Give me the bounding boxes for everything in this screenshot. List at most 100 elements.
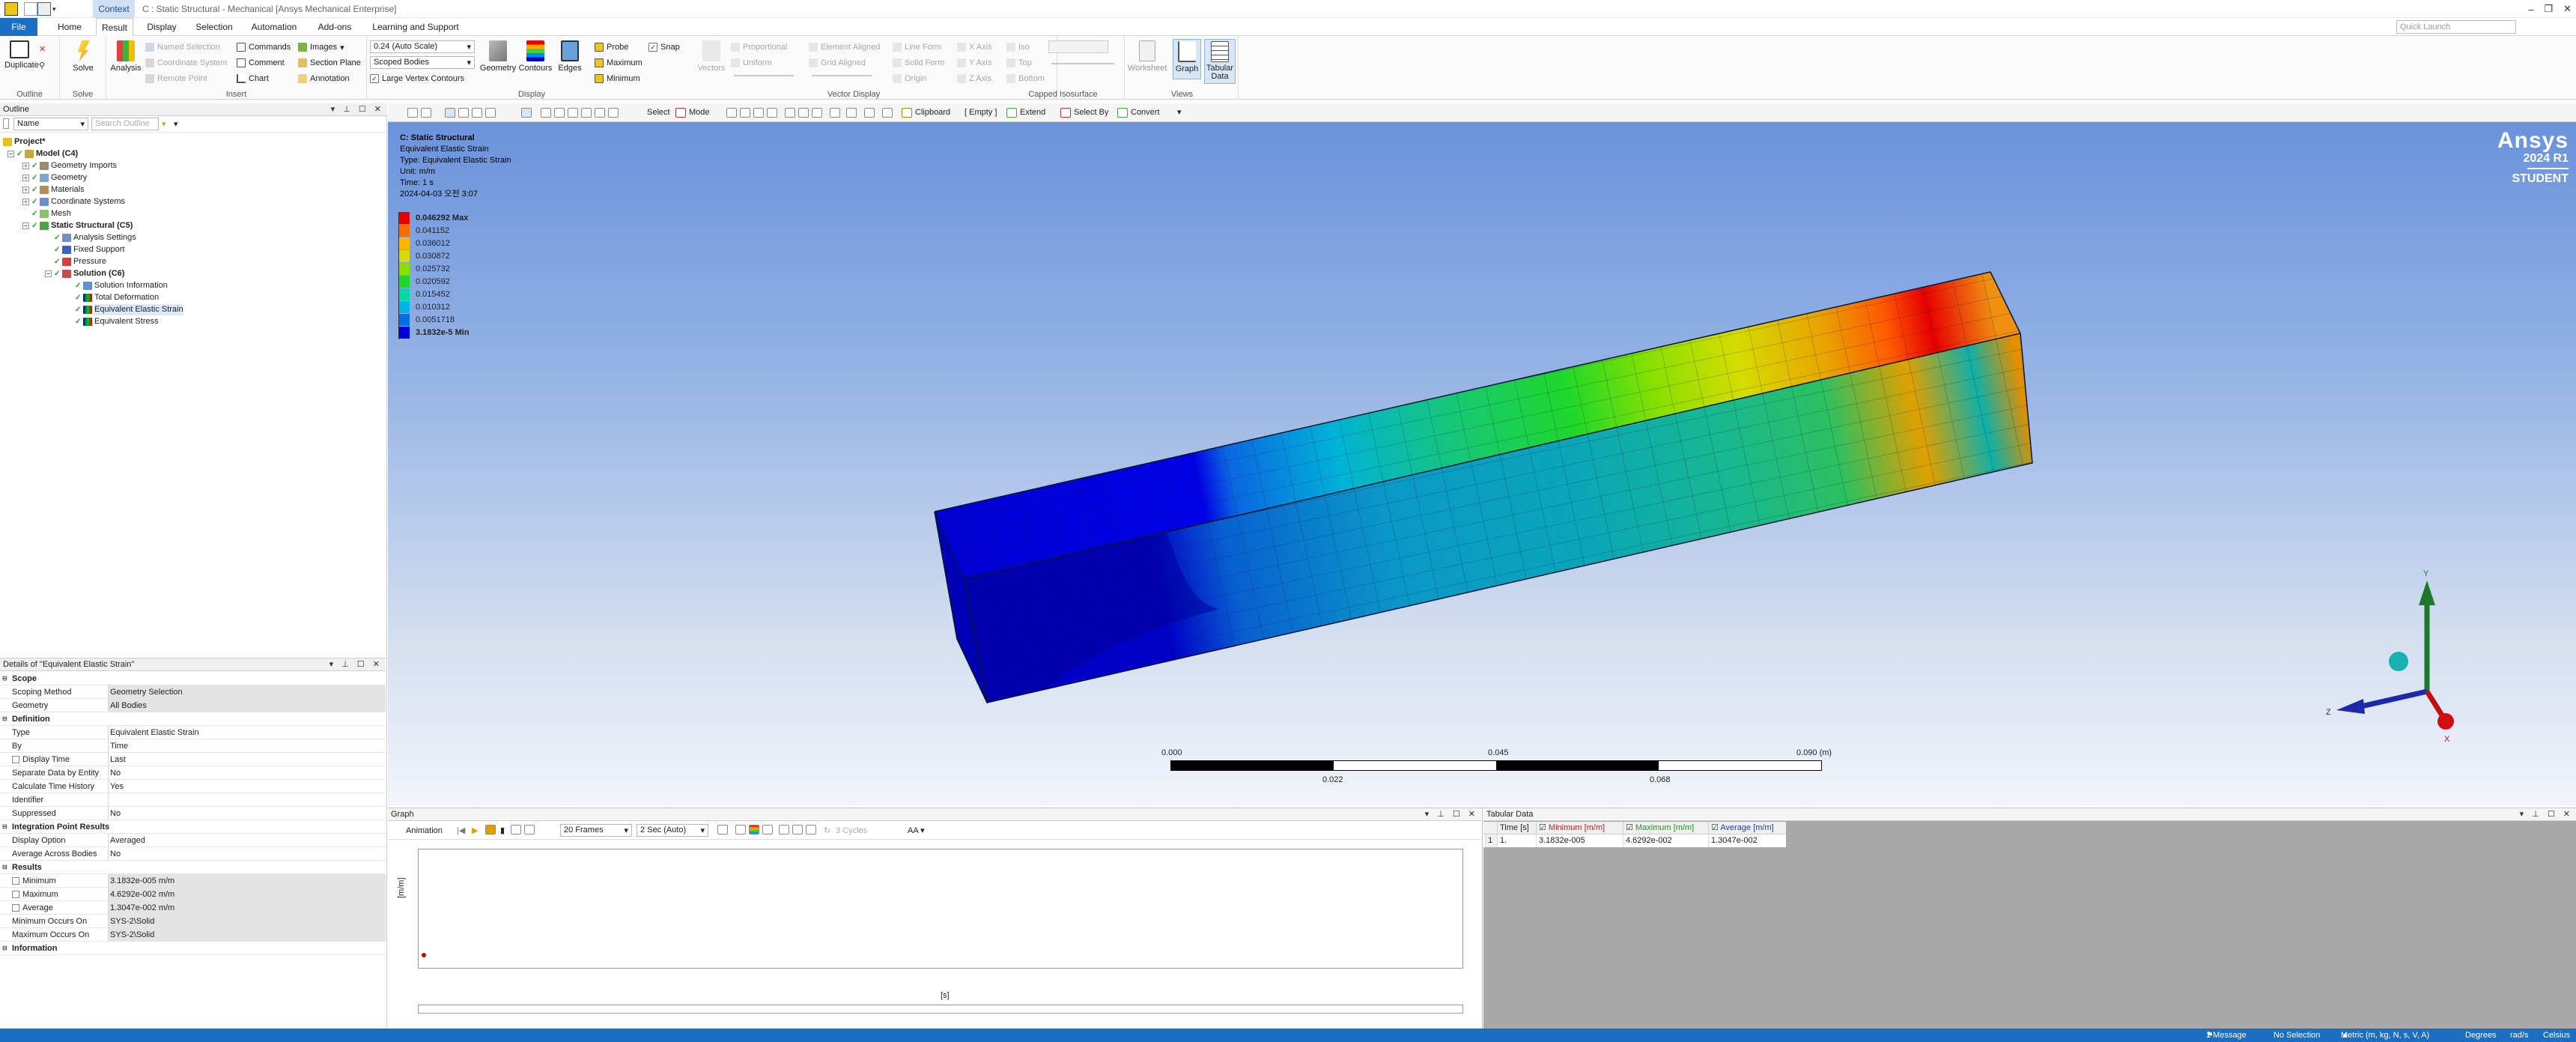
duplicate-button[interactable]: Duplicate [4, 40, 39, 70]
details-value[interactable]: 1.3047e-002 m/m [108, 901, 386, 915]
annotation-button[interactable]: Annotation [298, 72, 350, 85]
hide-icon[interactable] [846, 108, 857, 118]
zoom-graph-icon[interactable] [735, 825, 746, 834]
select-vertex-icon[interactable] [726, 108, 737, 118]
toolbar-overflow-icon[interactable]: ▾ [1177, 106, 1182, 119]
select-mesh-icon[interactable] [830, 108, 840, 118]
play-icon[interactable]: ▶ [472, 825, 478, 837]
details-section-header[interactable]: ⊟ Information [0, 942, 386, 955]
details-row[interactable]: Average 1.3047e-002 m/m [0, 901, 386, 915]
select-body-icon[interactable] [767, 108, 777, 118]
tree-item-geometry[interactable]: + ✓ Geometry [22, 172, 87, 184]
select-by-icon[interactable] [1060, 108, 1071, 118]
search-outline-input[interactable]: Search Outline [91, 118, 159, 130]
details-value[interactable]: All Bodies [108, 699, 386, 712]
details-value[interactable]: No [108, 766, 386, 780]
graph-plot-area[interactable] [418, 849, 1463, 969]
quick-launch-input[interactable]: Quick Launch [2396, 20, 2516, 34]
temperature-units[interactable]: Celsius [2543, 1029, 2570, 1042]
details-row[interactable]: Display Option Averaged [0, 834, 386, 847]
select-node-icon[interactable] [785, 108, 795, 118]
expand-icon[interactable]: + [22, 187, 29, 193]
zoom-icon[interactable] [472, 108, 482, 118]
element-aligned-option[interactable]: Element Aligned [809, 40, 881, 54]
next-view-icon[interactable] [608, 108, 619, 118]
details-value[interactable]: No [108, 847, 386, 861]
zoom-in-icon[interactable] [541, 108, 551, 118]
tab-home[interactable]: Home [51, 18, 88, 36]
context-tab[interactable]: Context [93, 0, 135, 18]
export-video-icon[interactable] [717, 825, 728, 834]
details-row[interactable]: Minimum Occurs On SYS-2\Solid [0, 915, 386, 928]
tab-automation[interactable]: Automation [246, 18, 303, 36]
tree-item-model[interactable]: − ✓ Model (C4) [7, 148, 78, 160]
coordinate-system-button[interactable]: Coordinate System [145, 56, 228, 70]
details-row[interactable]: Suppressed No [0, 807, 386, 820]
look-at-icon[interactable] [485, 108, 496, 118]
geometry-display-button[interactable]: Geometry [478, 40, 518, 73]
details-value[interactable]: Averaged [108, 834, 386, 847]
proportional-option[interactable]: Proportional [731, 40, 787, 54]
column-checkbox-icon[interactable]: ☑ [1711, 823, 1720, 832]
delete-icon[interactable]: ✕ [39, 42, 46, 55]
rate-units[interactable]: rad/s [2510, 1029, 2528, 1042]
show-icon[interactable] [864, 108, 875, 118]
list-icon[interactable] [779, 825, 789, 834]
stop-icon[interactable]: ▮ [500, 825, 505, 837]
legend-toggle-icon[interactable] [749, 825, 759, 834]
details-row[interactable]: By Time [0, 739, 386, 753]
collapse-icon[interactable]: − [45, 270, 52, 277]
collapse-icon[interactable]: − [7, 151, 14, 157]
expand-icon[interactable]: + [22, 175, 29, 181]
details-row[interactable]: Separate Data by Entity No [0, 766, 386, 780]
large-vertex-contours-toggle[interactable]: ✓ Large Vertex Contours [370, 72, 464, 85]
scale-select[interactable]: 0.24 (Auto Scale) ▾ [370, 40, 475, 53]
select-by-button[interactable]: Select By [1074, 106, 1108, 119]
details-row[interactable]: Average Across Bodies No [0, 847, 386, 861]
cycles-icon[interactable]: ↻ [824, 825, 830, 837]
axis-triad[interactable]: Y Z X [2305, 549, 2455, 744]
extend-button[interactable]: Extend [1020, 106, 1045, 119]
frames-select[interactable]: 20 Frames ▾ [560, 824, 632, 837]
tabular-panel-controls[interactable]: ▾ ⊥ ☐ ✕ [2520, 808, 2573, 821]
details-row[interactable]: Maximum 4.6292e-002 m/m [0, 888, 386, 901]
section-collapse-icon[interactable]: ⊟ [2, 864, 8, 870]
details-section-header[interactable]: ⊟ Scope [0, 672, 386, 685]
tabular-cell[interactable]: 1.3047e-002 [1708, 834, 1786, 847]
zoom-to-fit-icon[interactable] [568, 108, 578, 118]
analysis-button[interactable]: Analysis [109, 40, 142, 73]
details-value[interactable]: 4.6292e-002 m/m [108, 888, 386, 901]
tabular-column-header[interactable]: ☑ Average [m/m] [1708, 822, 1786, 834]
details-row[interactable]: Type Equivalent Elastic Strain [0, 726, 386, 739]
collapse-icon[interactable]: − [22, 222, 29, 229]
details-value[interactable]: SYS-2\Solid [108, 928, 386, 942]
table-icon[interactable] [792, 825, 803, 834]
details-row[interactable]: Calculate Time History Yes [0, 780, 386, 793]
tabular-column-header[interactable]: ☑ Minimum [m/m] [1536, 822, 1620, 834]
select-mode-icon[interactable] [521, 108, 532, 118]
chart-button[interactable]: Chart [237, 72, 269, 85]
worksheet-button[interactable]: Worksheet [1128, 40, 1167, 73]
minimum-button[interactable]: Minimum [595, 72, 640, 85]
tab-file[interactable]: File [0, 18, 37, 36]
triad-iso-ball[interactable] [2389, 652, 2408, 671]
details-row[interactable]: Identifier [0, 793, 386, 807]
tree-item-project[interactable]: Project* [3, 136, 46, 148]
details-row[interactable]: Geometry All Bodies [0, 699, 386, 712]
chart-lines-icon[interactable] [806, 825, 816, 834]
origin-option[interactable]: Origin [893, 72, 926, 85]
tree-item-equivalent-stress[interactable]: ✓ Equivalent Stress [75, 316, 159, 327]
select-element-icon[interactable] [812, 108, 822, 118]
tree-item-coordinate-systems[interactable]: + ✓ Coordinate Systems [22, 196, 125, 208]
graph-panel-controls[interactable]: ▾ ⊥ ☐ ✕ [1425, 808, 1478, 821]
tab-result[interactable]: Result [96, 18, 133, 37]
clipboard-button[interactable]: Clipboard [915, 106, 950, 119]
commands-button[interactable]: Commands [237, 40, 291, 54]
details-value[interactable]: Last [108, 753, 386, 766]
tree-item-mesh[interactable]: ✓ Mesh [31, 208, 71, 219]
tab-selection[interactable]: Selection [192, 18, 237, 36]
outline-options-icon[interactable]: ▾ [174, 119, 178, 129]
extend-icon[interactable] [1006, 108, 1017, 118]
tree-item-equivalent-elastic-strain[interactable]: ✓ Equivalent Elastic Strain [75, 304, 183, 315]
duration-select[interactable]: 2 Sec (Auto) ▾ [637, 824, 708, 837]
